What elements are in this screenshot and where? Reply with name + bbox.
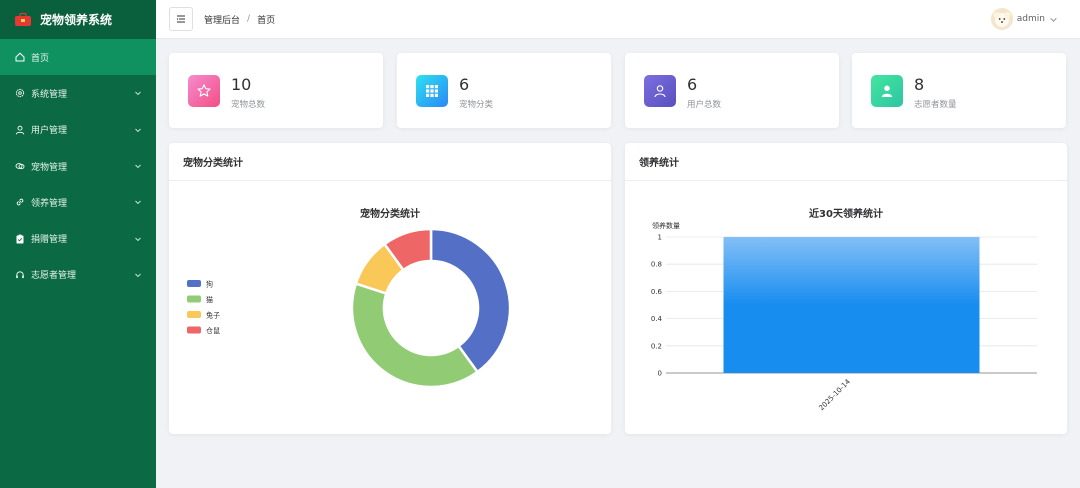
pet-icon (15, 163, 25, 170)
panel-title: 宠物分类统计 (169, 143, 611, 181)
stat-card-pets: 10 宠物总数 (169, 53, 383, 128)
y-tick-label: 0 (658, 370, 662, 378)
brand[interactable]: 宠物领养系统 (0, 0, 156, 39)
breadcrumb-item-admin[interactable]: 管理后台 (204, 13, 240, 26)
category-pie-chart: 宠物分类统计 狗猫兔子仓鼠 (187, 207, 512, 389)
chevron-down-icon (135, 128, 141, 132)
legend-swatch[interactable] (187, 311, 201, 318)
chart-legend: 狗猫兔子仓鼠 (187, 280, 220, 335)
person-icon (881, 85, 893, 97)
chart-title: 近30天领养统计 (809, 207, 883, 220)
gear-icon (15, 89, 25, 98)
sidebar-item-label: 系统管理 (31, 89, 68, 100)
pie-slice-1[interactable] (429, 227, 512, 374)
stat-label: 用户总数 (687, 100, 722, 110)
stat-card-users: 6 用户总数 (625, 53, 839, 128)
top-header: 管理后台 / 首页 admin (156, 0, 1080, 39)
legend-swatch[interactable] (187, 280, 201, 287)
legend-swatch[interactable] (187, 295, 201, 303)
clipboard-icon (16, 234, 24, 244)
sidebar-item-label: 首页 (31, 53, 50, 64)
sidebar-item-label: 领养管理 (31, 198, 68, 209)
pie-slice-2[interactable] (350, 282, 479, 389)
link-icon (16, 199, 24, 206)
stat-icon-bg (188, 75, 220, 107)
x-axis-ticks: 2025-10-14 (817, 377, 852, 412)
breadcrumb: 管理后台 / 首页 (204, 13, 275, 26)
y-tick-label: 0.8 (651, 261, 662, 269)
sidebar-item-donation[interactable]: 捐赠管理 (0, 220, 156, 256)
y-axis-label: 领养数量 (652, 221, 680, 230)
sidebar-item-system[interactable]: 系统管理 (0, 75, 156, 111)
app-title: 宠物领养系统 (40, 13, 113, 27)
grid-icon (426, 85, 438, 97)
y-tick-label: 0.4 (651, 315, 663, 323)
stat-card-categories: 6 宠物分类 (397, 53, 611, 128)
breadcrumb-separator: / (247, 14, 251, 24)
bar[interactable] (723, 237, 980, 373)
app-root: 宠物领养系统 首页 系统管理 用户管理 宠物管理 领养管理 捐赠管理 志愿者管理… (0, 0, 1080, 488)
adoption-bar-chart: 近30天领养统计 领养数量 0 0.2 0.4 0.6 0.8 1 2025-10-14 (651, 207, 1037, 412)
chevron-down-icon (135, 273, 141, 278)
menu-icon (177, 15, 185, 23)
sidebar-item-label: 宠物管理 (31, 162, 68, 173)
sidebar-item-label: 志愿者管理 (31, 271, 77, 282)
sidebar-item-home[interactable]: 首页 (0, 39, 156, 76)
legend-label[interactable]: 兔子 (206, 311, 220, 320)
y-tick-label: 0.2 (651, 342, 662, 350)
panel-title: 领养统计 (625, 143, 1067, 181)
legend-label[interactable]: 仓鼠 (206, 326, 220, 335)
sidebar: 宠物领养系统 首页 系统管理 用户管理 宠物管理 领养管理 捐赠管理 志愿者管理 (0, 0, 156, 488)
user-icon (654, 85, 666, 98)
home-icon (15, 52, 25, 62)
sidebar-toggle-button[interactable] (169, 7, 193, 31)
stat-label: 志愿者数量 (914, 100, 957, 110)
logo-icon (15, 12, 31, 26)
stat-label: 宠物分类 (459, 100, 494, 110)
stat-icon-bg (644, 75, 676, 107)
stat-value: 6 (687, 75, 698, 94)
stat-value: 6 (459, 75, 470, 94)
adoption-chart-panel: 领养统计 近30天领养统计 领养数量 0 0.2 0.4 0.6 0.8 1 2025-1… (625, 143, 1067, 434)
chevron-down-icon (1050, 17, 1057, 22)
chevron-down-icon (135, 201, 141, 205)
legend-label[interactable]: 猫 (206, 295, 213, 304)
stat-icon-bg (871, 75, 903, 107)
stat-card-volunteers: 8 志愿者数量 (852, 53, 1066, 128)
sidebar-item-users[interactable]: 用户管理 (0, 112, 156, 148)
stat-label: 宠物总数 (231, 100, 266, 110)
chevron-down-icon (135, 92, 141, 96)
chevron-down-icon (135, 237, 141, 241)
breadcrumb-item-home: 首页 (257, 15, 276, 26)
headset-icon (16, 271, 24, 279)
user-name: admin (1016, 14, 1045, 24)
x-tick-label: 2025-10-14 (817, 377, 852, 412)
category-chart-panel: 宠物分类统计 宠物分类统计 狗猫兔子仓鼠 (169, 143, 611, 434)
star-icon (197, 84, 211, 97)
chart-title: 宠物分类统计 (360, 207, 420, 220)
stat-value: 10 (231, 75, 252, 94)
stat-value: 8 (914, 75, 925, 94)
sidebar-item-label: 捐赠管理 (31, 235, 68, 246)
chevron-down-icon (135, 164, 141, 169)
sidebar-item-label: 用户管理 (31, 126, 68, 137)
legend-label[interactable]: 狗 (206, 280, 213, 289)
y-tick-label: 1 (658, 234, 662, 242)
sidebar-item-volunteers[interactable]: 志愿者管理 (0, 257, 156, 293)
sidebar-item-adoption[interactable]: 领养管理 (0, 184, 156, 220)
sidebar-menu: 首页 系统管理 用户管理 宠物管理 领养管理 捐赠管理 志愿者管理 (0, 39, 156, 293)
y-tick-label: 0.6 (651, 288, 663, 296)
user-icon (15, 125, 25, 135)
pie-slices (350, 227, 512, 389)
sidebar-item-pets[interactable]: 宠物管理 (0, 148, 156, 184)
user-menu[interactable]: admin (990, 8, 1058, 30)
avatar (990, 8, 1013, 30)
stat-icon-bg (416, 75, 448, 107)
chart-bars (723, 237, 980, 373)
legend-swatch[interactable] (187, 326, 201, 334)
